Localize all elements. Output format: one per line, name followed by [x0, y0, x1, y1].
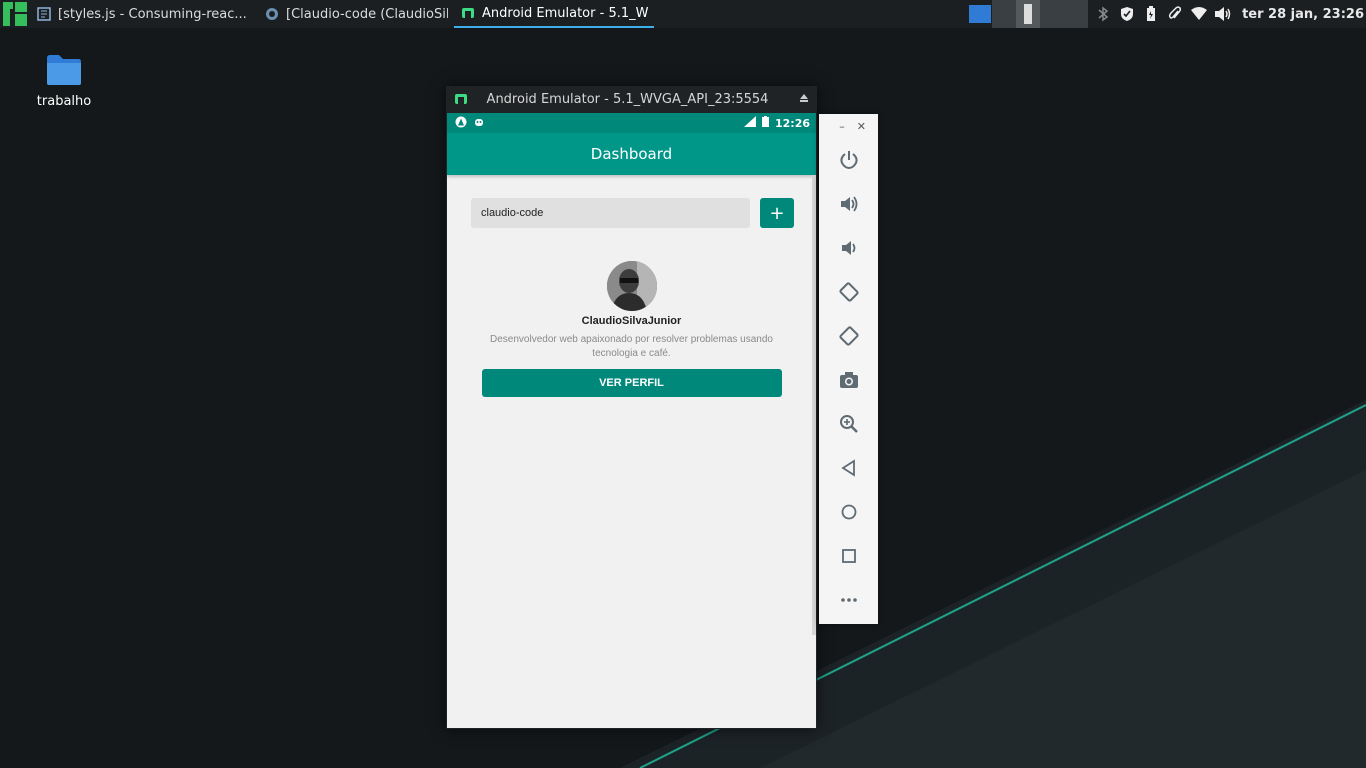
app-bar-title: Dashboard [590, 145, 673, 163]
task-label: [Claudio-code (ClaudioSilv... [286, 6, 448, 22]
wifi-icon[interactable] [1190, 5, 1208, 23]
rotate-right-icon [838, 326, 859, 346]
zoom-button[interactable] [819, 402, 878, 446]
window-title: Android Emulator - 5.1_WVGA_API_23:5554 [486, 92, 769, 107]
clock[interactable]: ter 28 jan, 23:26 [1242, 7, 1364, 22]
folder-label: trabalho [36, 94, 92, 109]
close-icon[interactable]: ✕ [857, 120, 866, 133]
task-label: [styles.js - Consuming-reac... [58, 6, 247, 22]
plus-icon: + [769, 202, 785, 224]
debug-notification-icon [473, 116, 485, 131]
status-time: 12:26 [774, 116, 810, 130]
attachment-icon[interactable] [1166, 5, 1184, 23]
screenshot-button[interactable] [819, 358, 878, 402]
folder-icon [47, 55, 81, 85]
profile-bio: Desenvolvedor web apaixonado por resolve… [490, 334, 773, 359]
emulator-window: Android Emulator - 5.1_WVGA_API_23:5554 [446, 86, 817, 729]
browser-icon [264, 6, 280, 22]
power-icon [839, 151, 858, 170]
profile-name: ClaudioSilvaJunior [581, 315, 682, 327]
emulator-side-toolbar: – ✕ [819, 114, 878, 624]
minimize-icon[interactable]: – [839, 120, 845, 133]
zoom-icon [839, 415, 858, 433]
desktop-pager[interactable] [968, 0, 1089, 28]
volume-down-icon [841, 241, 855, 255]
eject-icon[interactable] [799, 92, 809, 107]
home-button[interactable] [819, 490, 878, 534]
home-icon [841, 504, 856, 520]
more-button[interactable] [819, 578, 878, 622]
rotate-left-button[interactable] [819, 270, 878, 314]
add-button[interactable]: + [760, 198, 794, 228]
desktop-folder-trabalho[interactable]: trabalho [28, 52, 100, 109]
overview-icon [841, 549, 856, 563]
back-icon [840, 459, 855, 477]
android-notification-icon [455, 116, 467, 131]
desktop-4[interactable] [1040, 0, 1065, 28]
rotate-right-button[interactable] [819, 314, 878, 358]
github-user-input[interactable] [471, 198, 750, 228]
task-label: Android Emulator - 5.1_W... [482, 5, 648, 21]
android-emulator-icon [454, 92, 468, 110]
manjaro-menu-icon[interactable] [0, 0, 30, 28]
volume-down-button[interactable] [819, 226, 878, 270]
android-status-bar: 12:26 [447, 113, 816, 133]
search-row: + [471, 198, 794, 228]
more-icon [840, 598, 857, 602]
camera-icon [839, 372, 858, 388]
app-bar: Dashboard [447, 133, 816, 175]
code-editor-icon [36, 6, 52, 22]
scroll-edge [812, 175, 816, 635]
avatar[interactable] [606, 261, 657, 311]
view-profile-button[interactable]: VER PERFIL [481, 369, 782, 397]
battery-icon [761, 116, 769, 130]
view-profile-label: VER PERFIL [599, 377, 664, 389]
task-browser[interactable]: [Claudio-code (ClaudioSilv... [258, 0, 454, 28]
emulator-titlebar[interactable]: Android Emulator - 5.1_WVGA_API_23:5554 [446, 86, 817, 113]
volume-up-icon [840, 196, 857, 212]
rotate-left-icon [838, 282, 859, 302]
volume-up-button[interactable] [819, 182, 878, 226]
task-styles-js[interactable]: [styles.js - Consuming-reac... [30, 0, 258, 28]
desktop-1[interactable] [968, 0, 993, 28]
desktop-2[interactable] [992, 0, 1017, 28]
battery-icon[interactable] [1142, 5, 1160, 23]
profile-card: ClaudioSilvaJunior Desenvolvedor web apa… [447, 261, 816, 397]
shield-icon[interactable] [1118, 5, 1136, 23]
power-button[interactable] [819, 138, 878, 182]
taskbar: [styles.js - Consuming-reac... [Claudio-… [0, 0, 1366, 28]
signal-icon [743, 116, 756, 130]
android-emulator-icon [460, 5, 476, 21]
bluetooth-icon[interactable] [1094, 5, 1112, 23]
system-tray: ter 28 jan, 23:26 [968, 0, 1366, 28]
desktop-5[interactable] [1064, 0, 1089, 28]
desktop-3[interactable] [1016, 0, 1041, 28]
phone-screen: 12:26 Dashboard + [447, 113, 816, 728]
overview-button[interactable] [819, 534, 878, 578]
task-android-emulator[interactable]: Android Emulator - 5.1_W... [454, 0, 654, 28]
back-button[interactable] [819, 446, 878, 490]
volume-icon[interactable] [1214, 5, 1232, 23]
